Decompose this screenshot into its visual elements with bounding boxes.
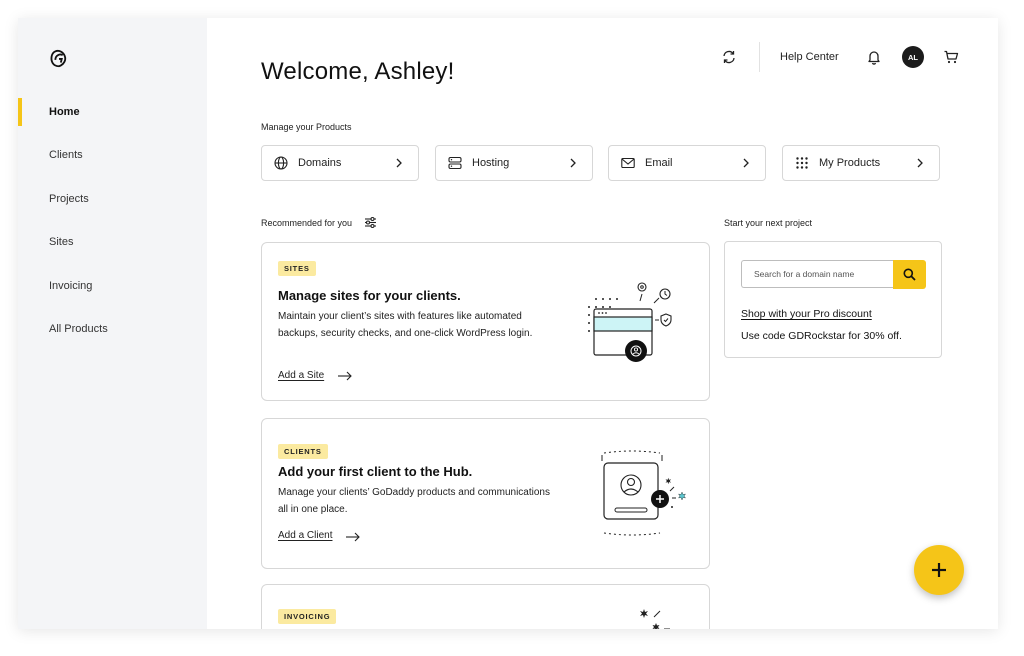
category-badge: CLIENTS — [278, 444, 328, 459]
card-description: Maintain your client’s sites with featur… — [278, 311, 533, 339]
server-icon — [448, 156, 462, 170]
domain-search-card: Shop with your Pro discount Use code GDR… — [724, 241, 942, 358]
card-title: Add your first client to the Hub. — [278, 464, 473, 479]
product-card-my-products[interactable]: My Products — [782, 145, 940, 181]
active-nav-indicator — [18, 98, 22, 126]
godaddy-logo-icon[interactable] — [48, 47, 70, 69]
product-card-label: Domains — [298, 157, 342, 169]
sidebar-item-invoicing[interactable]: Invoicing — [49, 280, 92, 292]
product-card-label: Email — [645, 157, 673, 169]
category-badge: SITES — [278, 261, 316, 276]
help-center-link[interactable]: Help Center — [780, 51, 839, 63]
page-title: Welcome, Ashley! — [261, 58, 455, 85]
sliders-icon[interactable] — [364, 216, 377, 229]
topbar-divider — [759, 42, 760, 72]
sparkle-illustration-icon — [640, 609, 670, 629]
pro-discount-link[interactable]: Shop with your Pro discount — [741, 308, 872, 320]
sites-illustration-icon — [588, 282, 672, 362]
arrow-right-icon[interactable] — [338, 371, 352, 381]
product-card-label: My Products — [819, 157, 881, 169]
recommended-label: Recommended for you — [261, 218, 353, 228]
card-title: Manage sites for your clients. — [278, 288, 461, 303]
chevron-right-icon — [396, 158, 402, 168]
globe-icon — [274, 156, 288, 170]
category-badge: INVOICING — [278, 609, 337, 624]
product-card-hosting[interactable]: Hosting — [435, 145, 593, 181]
avatar[interactable]: AL — [902, 46, 924, 68]
sidebar-item-projects[interactable]: Projects — [49, 193, 89, 205]
sidebar: Home Clients Projects Sites Invoicing Al… — [18, 18, 207, 629]
search-icon — [903, 268, 916, 281]
domain-search-input[interactable] — [741, 260, 893, 288]
chevron-right-icon — [570, 158, 576, 168]
main-content: Help Center AL Welcome, Ashley! Manage y… — [207, 18, 998, 629]
product-card-email[interactable]: Email — [608, 145, 766, 181]
next-project-label: Start your next project — [724, 218, 813, 228]
bell-icon[interactable] — [866, 49, 882, 65]
pro-discount-code: Use code GDRockstar for 30% off. — [741, 330, 902, 342]
plus-icon — [932, 563, 946, 577]
product-card-label: Hosting — [472, 157, 510, 169]
cart-icon[interactable] — [943, 49, 959, 65]
recommendation-card-clients: CLIENTS Add your first client to the Hub… — [261, 418, 710, 569]
client-profile-illustration-icon — [601, 450, 686, 536]
manage-products-label: Manage your Products — [261, 122, 352, 132]
product-card-domains[interactable]: Domains — [261, 145, 419, 181]
card-description: Manage your clients’ GoDaddy products an… — [278, 487, 550, 515]
search-button[interactable] — [893, 259, 926, 289]
add-client-link[interactable]: Add a Client — [278, 530, 332, 541]
arrow-right-icon[interactable] — [346, 532, 360, 542]
chevron-right-icon — [743, 158, 749, 168]
sidebar-item-sites[interactable]: Sites — [49, 236, 73, 248]
sidebar-item-home[interactable]: Home — [49, 106, 80, 118]
grid-icon — [795, 156, 809, 170]
sidebar-item-all-products[interactable]: All Products — [49, 323, 108, 335]
refresh-icon[interactable] — [721, 49, 737, 65]
app-window: Home Clients Projects Sites Invoicing Al… — [18, 18, 998, 629]
floating-add-button[interactable] — [914, 545, 964, 595]
sidebar-item-clients[interactable]: Clients — [49, 149, 83, 161]
recommendation-card-invoicing: INVOICING — [261, 584, 710, 629]
recommendation-card-sites: SITES Manage sites for your clients. Mai… — [261, 242, 710, 401]
add-site-link[interactable]: Add a Site — [278, 370, 324, 381]
envelope-icon — [621, 156, 635, 170]
chevron-right-icon — [917, 158, 923, 168]
